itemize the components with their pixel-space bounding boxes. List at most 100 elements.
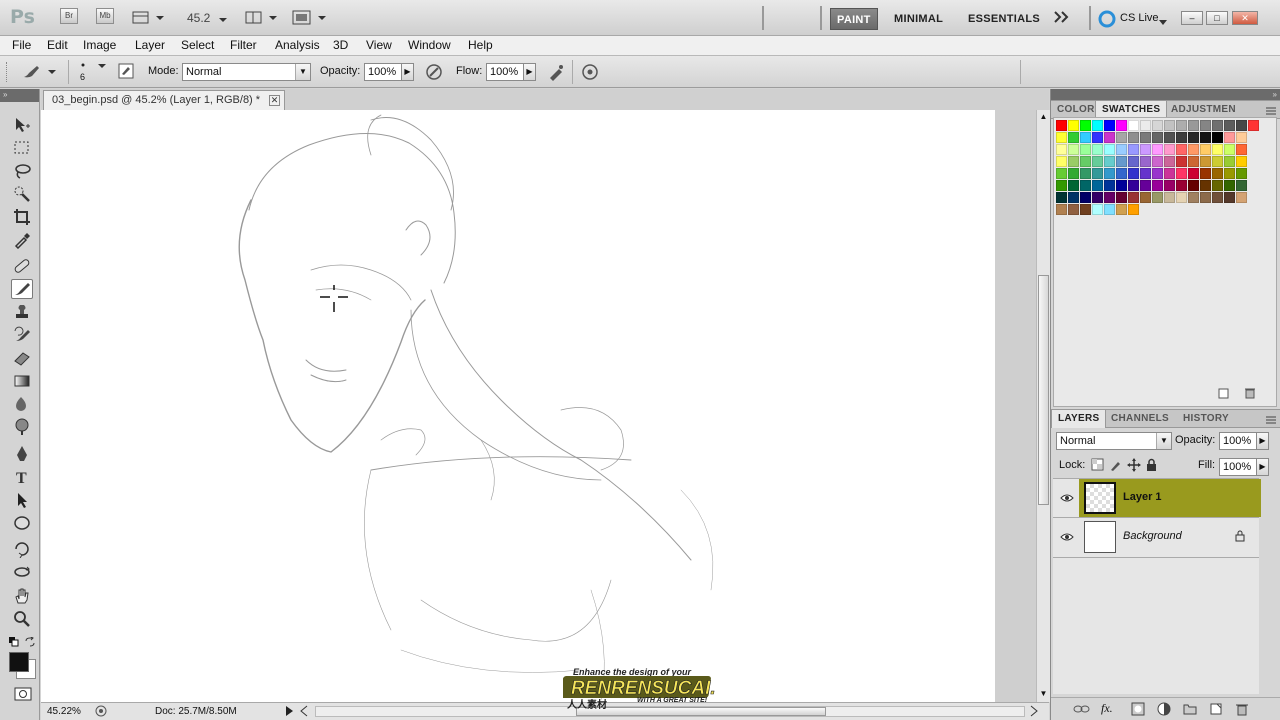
color-swatch[interactable] bbox=[1080, 204, 1091, 215]
blur-tool[interactable] bbox=[11, 394, 33, 414]
color-swatch[interactable] bbox=[1176, 180, 1187, 191]
color-swatch[interactable] bbox=[1236, 144, 1247, 155]
color-swatch[interactable] bbox=[1104, 180, 1115, 191]
airbrush-button[interactable] bbox=[546, 62, 566, 85]
clone-stamp-tool[interactable] bbox=[11, 302, 33, 322]
color-swatch[interactable] bbox=[1236, 192, 1247, 203]
color-swatch[interactable] bbox=[1212, 156, 1223, 167]
color-swatch[interactable] bbox=[1176, 132, 1187, 143]
mode-select[interactable]: Normal ▼ bbox=[182, 63, 311, 81]
color-swatch[interactable] bbox=[1152, 144, 1163, 155]
color-swatch[interactable] bbox=[1212, 180, 1223, 191]
color-swatch[interactable] bbox=[1080, 120, 1091, 131]
color-swatch[interactable] bbox=[1092, 168, 1103, 179]
color-swatch[interactable] bbox=[1068, 180, 1079, 191]
history-brush-tool[interactable] bbox=[11, 325, 33, 345]
flow-field[interactable]: 100% bbox=[486, 63, 524, 81]
color-swatch[interactable] bbox=[1164, 192, 1175, 203]
color-swatch[interactable] bbox=[1128, 132, 1139, 143]
scrollbar-thumb[interactable] bbox=[1038, 275, 1049, 505]
color-swatch[interactable] bbox=[1068, 192, 1079, 203]
color-swatch[interactable] bbox=[1056, 168, 1067, 179]
color-swatch[interactable] bbox=[1080, 144, 1091, 155]
crop-tool[interactable] bbox=[11, 207, 33, 227]
color-swatch[interactable] bbox=[1164, 132, 1175, 143]
color-swatch[interactable] bbox=[1164, 180, 1175, 191]
color-swatch[interactable] bbox=[1164, 144, 1175, 155]
menu-window[interactable]: Window bbox=[408, 38, 451, 52]
color-swatch[interactable] bbox=[1140, 120, 1151, 131]
layer-opacity-slider-toggle[interactable]: ▶ bbox=[1256, 432, 1269, 450]
status-menu-arrow-icon[interactable] bbox=[285, 705, 295, 720]
color-swatch[interactable] bbox=[1200, 144, 1211, 155]
menu-image[interactable]: Image bbox=[83, 38, 116, 52]
eyedropper-tool[interactable] bbox=[11, 230, 33, 250]
workspace-essentials[interactable]: ESSENTIALS bbox=[962, 8, 1046, 30]
color-swatch[interactable] bbox=[1092, 204, 1103, 215]
color-swatch[interactable] bbox=[1116, 168, 1127, 179]
color-swatch[interactable] bbox=[1104, 204, 1115, 215]
arrange-documents-button[interactable] bbox=[245, 10, 279, 29]
color-swatch[interactable] bbox=[1164, 120, 1175, 131]
color-swatch[interactable] bbox=[1140, 132, 1151, 143]
foreground-color-swatch[interactable] bbox=[9, 652, 29, 672]
color-swatch[interactable] bbox=[1176, 192, 1187, 203]
minimize-button[interactable]: – bbox=[1181, 11, 1203, 25]
layer-style-icon[interactable]: fx. bbox=[1101, 701, 1113, 716]
tablet-opacity-pressure-button[interactable] bbox=[424, 62, 444, 85]
tool-preset-picker[interactable] bbox=[20, 63, 56, 84]
color-swatch[interactable] bbox=[1176, 168, 1187, 179]
pen-tool[interactable] bbox=[11, 444, 33, 464]
menu-file[interactable]: File bbox=[12, 38, 31, 52]
color-swatch[interactable] bbox=[1068, 168, 1079, 179]
color-swatch[interactable] bbox=[1104, 120, 1115, 131]
color-swatch[interactable] bbox=[1200, 168, 1211, 179]
tab-channels[interactable]: CHANNELS bbox=[1105, 410, 1175, 428]
fill-field[interactable]: 100% bbox=[1219, 458, 1257, 476]
color-swatch[interactable] bbox=[1176, 144, 1187, 155]
color-swatch[interactable] bbox=[1116, 180, 1127, 191]
color-swatch[interactable] bbox=[1164, 156, 1175, 167]
color-swatch[interactable] bbox=[1116, 144, 1127, 155]
color-swatch[interactable] bbox=[1116, 204, 1127, 215]
color-swatch[interactable] bbox=[1056, 156, 1067, 167]
color-swatch[interactable] bbox=[1224, 180, 1235, 191]
toolbox-collapse-icon[interactable]: » bbox=[0, 89, 39, 102]
color-swatch[interactable] bbox=[1188, 156, 1199, 167]
bridge-button[interactable]: Br bbox=[60, 8, 78, 24]
tab-layers[interactable]: LAYERS bbox=[1051, 410, 1107, 428]
color-swatch[interactable] bbox=[1188, 192, 1199, 203]
color-swatch[interactable] bbox=[1140, 156, 1151, 167]
color-swatch[interactable] bbox=[1212, 132, 1223, 143]
color-swatch[interactable] bbox=[1128, 120, 1139, 131]
color-swatch[interactable] bbox=[1116, 120, 1127, 131]
layer-row-layer-1[interactable]: Layer 1 bbox=[1079, 479, 1261, 517]
lock-position-icon[interactable] bbox=[1127, 458, 1141, 475]
hscroll-left-icon[interactable] bbox=[299, 705, 309, 720]
color-swatch[interactable] bbox=[1164, 168, 1175, 179]
delete-swatch-icon[interactable] bbox=[1244, 387, 1256, 402]
brush-panel-toggle[interactable] bbox=[117, 62, 137, 85]
lock-pixels-icon[interactable] bbox=[1109, 458, 1123, 475]
zoom-tool[interactable] bbox=[11, 609, 33, 629]
color-swatch[interactable] bbox=[1140, 192, 1151, 203]
color-swatch[interactable] bbox=[1188, 180, 1199, 191]
color-swatch[interactable] bbox=[1200, 120, 1211, 131]
color-swatch[interactable] bbox=[1152, 156, 1163, 167]
color-swatch[interactable] bbox=[1104, 192, 1115, 203]
color-swatch[interactable] bbox=[1236, 180, 1247, 191]
new-layer-icon[interactable] bbox=[1209, 702, 1223, 719]
color-swatch[interactable] bbox=[1200, 192, 1211, 203]
color-swatch[interactable] bbox=[1092, 120, 1103, 131]
color-swatch[interactable] bbox=[1152, 120, 1163, 131]
lock-all-icon[interactable] bbox=[1145, 458, 1159, 475]
path-selection-tool[interactable] bbox=[11, 490, 33, 510]
color-swatch[interactable] bbox=[1212, 120, 1223, 131]
color-swatch[interactable] bbox=[1080, 132, 1091, 143]
color-swatch[interactable] bbox=[1152, 132, 1163, 143]
color-swatch[interactable] bbox=[1236, 156, 1247, 167]
layer-name[interactable]: Layer 1 bbox=[1123, 491, 1162, 503]
scroll-down-icon[interactable]: ▼ bbox=[1038, 689, 1049, 700]
color-swatch[interactable] bbox=[1128, 180, 1139, 191]
color-swatch[interactable] bbox=[1092, 156, 1103, 167]
